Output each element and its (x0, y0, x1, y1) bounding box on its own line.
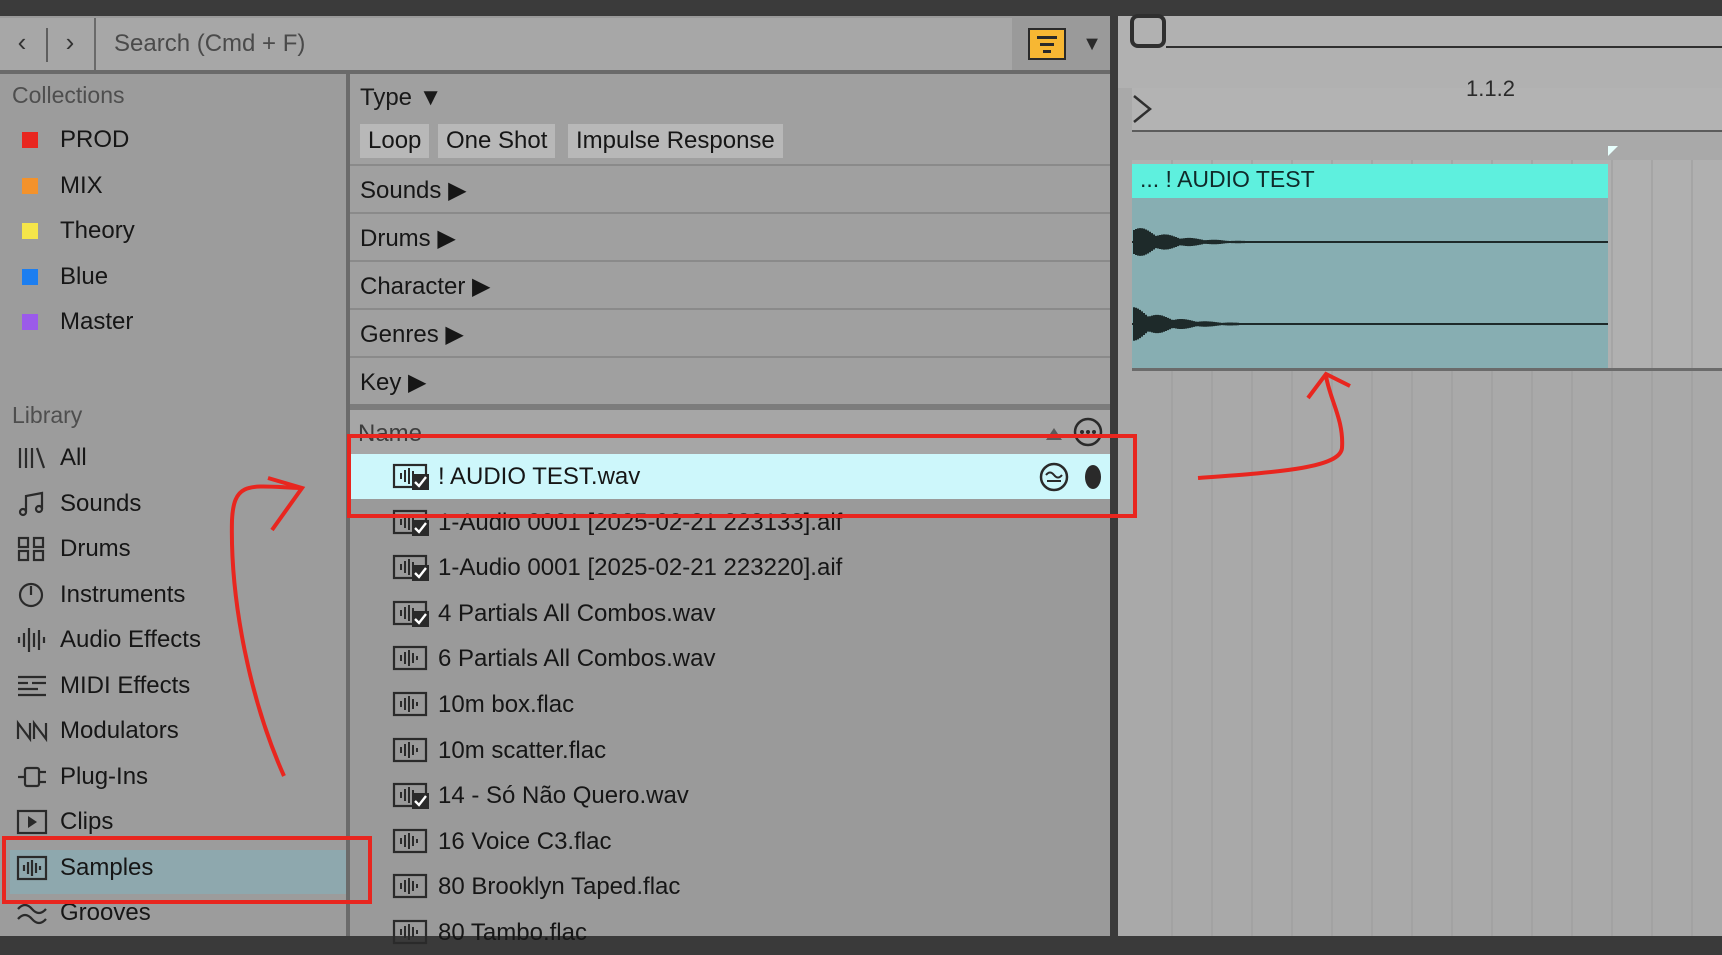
file-annotation-box (347, 434, 1137, 518)
red-annotation-overlay (2, 371, 1351, 904)
samples-annotation-box (2, 836, 372, 904)
annotation-arrow-2 (1197, 375, 1345, 480)
annotation-arrow-1 (229, 484, 301, 777)
